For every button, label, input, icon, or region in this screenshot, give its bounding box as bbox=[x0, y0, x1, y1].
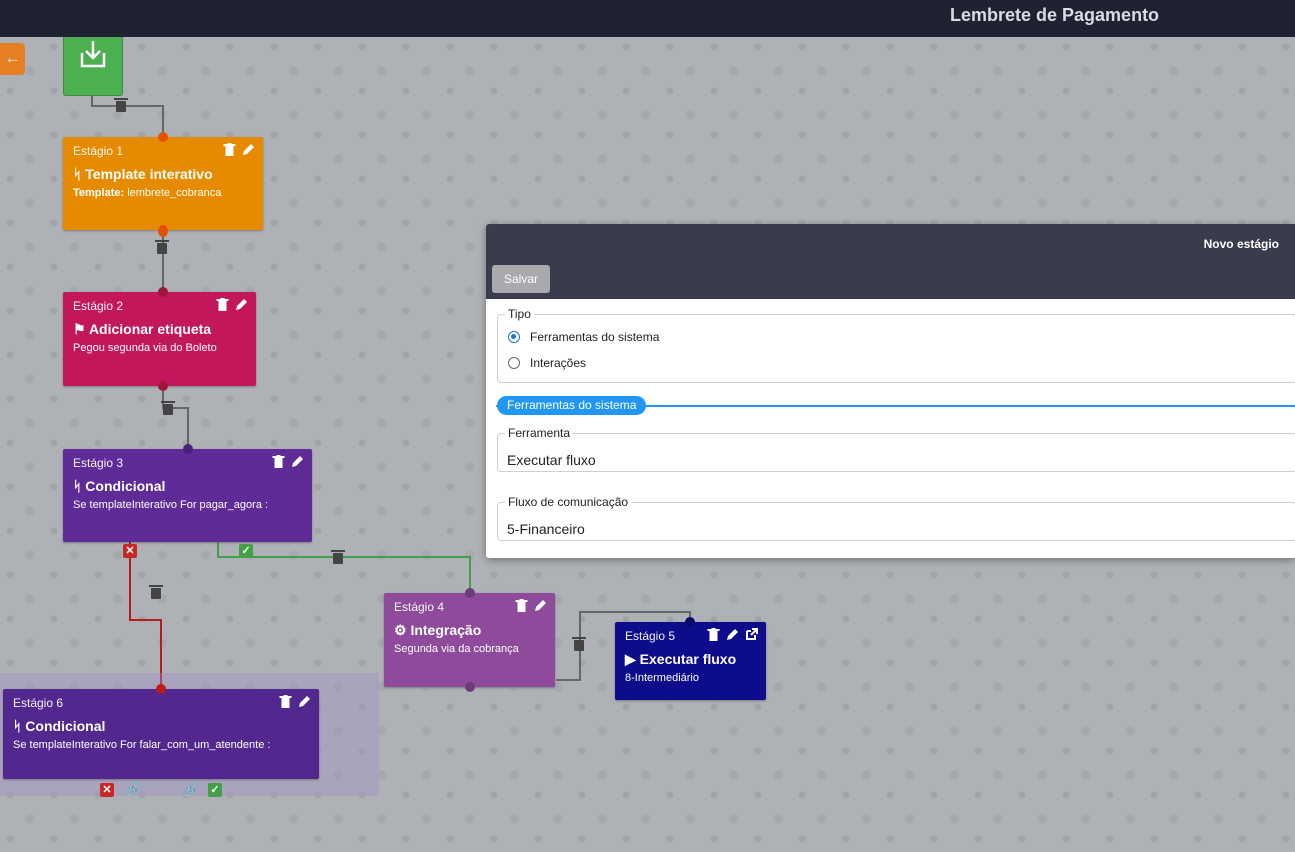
link-icon[interactable]: 🔗 bbox=[124, 782, 141, 796]
play-icon: ▶ bbox=[625, 651, 636, 667]
trash-icon[interactable] bbox=[223, 143, 236, 161]
trash-icon[interactable] bbox=[515, 599, 528, 617]
true-branch-icon[interactable]: ✓ bbox=[208, 783, 222, 797]
radio-interacoes[interactable]: Interações bbox=[508, 356, 586, 370]
false-branch-icon[interactable]: ✕ bbox=[100, 783, 114, 797]
ferramenta-legend: Ferramenta bbox=[508, 426, 571, 440]
output-port[interactable] bbox=[158, 381, 168, 391]
stage-name: ᛋ Template interativo bbox=[73, 166, 213, 182]
stage-description: Se templateInterativo For falar_com_um_a… bbox=[13, 739, 271, 751]
stage-label: Estágio 4 bbox=[394, 600, 445, 614]
stage-name: ⚑ Adicionar etiqueta bbox=[73, 321, 211, 338]
fluxo-value: 5-Financeiro bbox=[507, 521, 585, 537]
delete-connection-icon[interactable] bbox=[114, 98, 128, 112]
input-port[interactable] bbox=[158, 287, 168, 297]
stage-name-text: Condicional bbox=[85, 478, 166, 494]
pencil-icon[interactable] bbox=[242, 143, 255, 161]
radio-label: Interações bbox=[530, 356, 587, 370]
stage-description: Segunda via da cobrança bbox=[394, 643, 519, 655]
input-port[interactable] bbox=[183, 444, 193, 454]
stage-name: ⚙ Integração bbox=[394, 622, 481, 639]
desc-label: Template: bbox=[73, 187, 125, 199]
stage-label: Estágio 1 bbox=[73, 144, 124, 158]
radio-label: Ferramentas do sistema bbox=[530, 330, 660, 344]
radio-button-selected[interactable] bbox=[508, 331, 520, 343]
pencil-icon[interactable] bbox=[298, 695, 311, 713]
stage-name: ᛋ Condicional bbox=[13, 718, 105, 734]
stage-label: Estágio 3 bbox=[73, 456, 124, 470]
radio-button[interactable] bbox=[508, 357, 520, 369]
trash-icon[interactable] bbox=[707, 628, 720, 646]
pencil-icon[interactable] bbox=[235, 298, 248, 316]
stage-node-5[interactable]: Estágio 5 ▶ Executar fluxo 8-Intermediár… bbox=[615, 622, 766, 700]
delete-connection-icon[interactable] bbox=[149, 585, 163, 599]
branch-icon: ᛋ bbox=[13, 718, 22, 734]
delete-connection-icon[interactable] bbox=[161, 401, 175, 415]
stage-name: ᛋ Condicional bbox=[73, 478, 165, 494]
panel-title: Novo estágio bbox=[1203, 237, 1279, 251]
pencil-icon[interactable] bbox=[534, 599, 547, 617]
new-stage-panel: Novo estágio Salvar Tipo Ferramentas do … bbox=[486, 224, 1295, 558]
stage-name-text: Adicionar etiqueta bbox=[88, 321, 212, 337]
stage-node-1[interactable]: Estágio 1 ᛋ Template interativo Template… bbox=[63, 137, 263, 230]
save-button[interactable]: Salvar bbox=[492, 265, 550, 293]
stage-name-text: Integração bbox=[410, 622, 482, 638]
stage-node-3[interactable]: Estágio 3 ᛋ Condicional Se templateInter… bbox=[63, 449, 312, 542]
tipo-legend: Tipo bbox=[508, 307, 531, 321]
radio-ferramentas[interactable]: Ferramentas do sistema bbox=[508, 330, 659, 344]
stage-name-text: Executar fluxo bbox=[639, 651, 737, 667]
ferramenta-value: Executar fluxo bbox=[507, 452, 596, 468]
stage-description: 8-Intermediário bbox=[625, 672, 699, 684]
output-port[interactable] bbox=[465, 682, 475, 692]
pencil-icon[interactable] bbox=[726, 628, 739, 646]
stage-label: Estágio 6 bbox=[13, 696, 64, 710]
stage-description: Se templateInterativo For pagar_agora : bbox=[73, 499, 269, 511]
trash-icon[interactable] bbox=[279, 695, 292, 713]
gear-icon: ⚙ bbox=[394, 622, 407, 638]
stage-node-4[interactable]: Estágio 4 ⚙ Integração Segunda via da co… bbox=[384, 593, 555, 687]
branch-icon: ᛋ bbox=[73, 166, 82, 182]
delete-connection-icon[interactable] bbox=[331, 550, 345, 564]
panel-header: Novo estágio Salvar bbox=[486, 224, 1295, 299]
input-port[interactable] bbox=[685, 617, 695, 627]
delete-connection-icon[interactable] bbox=[155, 240, 169, 254]
stage-description: Pegou segunda via do Boleto bbox=[73, 342, 217, 354]
trash-icon[interactable] bbox=[272, 455, 285, 473]
stage-name-text: Template interativo bbox=[85, 166, 213, 182]
true-branch-icon[interactable]: ✓ bbox=[239, 544, 253, 558]
output-port[interactable] bbox=[158, 225, 168, 237]
stage-name-text: Condicional bbox=[25, 718, 106, 734]
input-port[interactable] bbox=[156, 684, 166, 694]
input-port[interactable] bbox=[158, 132, 168, 142]
stage-node-6[interactable]: Estágio 6 ᛋ Condicional Se templateInter… bbox=[3, 689, 319, 779]
desc-text: lembrete_cobranca bbox=[124, 187, 222, 199]
input-port[interactable] bbox=[465, 588, 475, 598]
stage-label: Estágio 5 bbox=[625, 629, 676, 643]
stage-node-2[interactable]: Estágio 2 ⚑ Adicionar etiqueta Pegou seg… bbox=[63, 292, 256, 386]
delete-connection-icon[interactable] bbox=[572, 637, 586, 651]
tipo-group: Tipo bbox=[497, 307, 1295, 383]
external-link-icon[interactable] bbox=[745, 628, 758, 646]
link-icon[interactable]: 🔗 bbox=[182, 782, 199, 796]
trash-icon[interactable] bbox=[216, 298, 229, 316]
false-branch-icon[interactable]: ✕ bbox=[123, 544, 137, 558]
fluxo-legend: Fluxo de comunicação bbox=[508, 495, 629, 509]
fluxo-field[interactable]: Fluxo de comunicação 5-Financeiro bbox=[497, 495, 1295, 541]
tag-icon: ⚑ bbox=[73, 321, 86, 337]
stage-name: ▶ Executar fluxo bbox=[625, 651, 736, 668]
stage-description: Template: lembrete_cobranca bbox=[73, 187, 221, 199]
section-label: Ferramentas do sistema bbox=[497, 396, 647, 415]
ferramenta-field[interactable]: Ferramenta Executar fluxo bbox=[497, 426, 1295, 472]
stage-label: Estágio 2 bbox=[73, 299, 124, 313]
branch-icon: ᛋ bbox=[73, 478, 82, 494]
pencil-icon[interactable] bbox=[291, 455, 304, 473]
